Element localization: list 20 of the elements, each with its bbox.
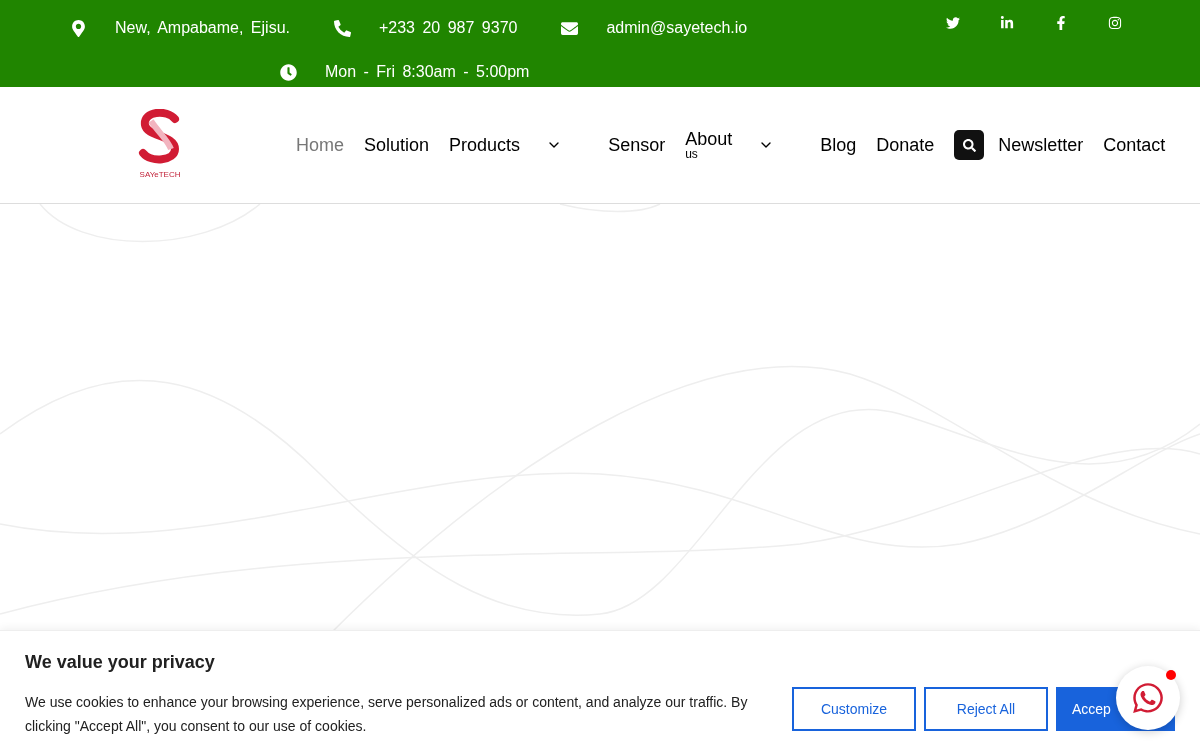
cookie-button[interactable]: Customize <box>792 687 916 731</box>
logo[interactable]: SAYeTECH <box>136 109 184 181</box>
cookie-button[interactable]: Reject All <box>924 687 1048 731</box>
contact-text: admin@sayetech.io <box>606 18 748 38</box>
contact-text: +233 20 987 9370 <box>378 18 518 38</box>
cookie-text: We use cookies to enhance your browsing experience, serve personalized ads or content, and analyze our traffic. By clicking "Accept All", you consent to our use of cookies. <box>25 693 749 736</box>
nav-link[interactable]: Newsletter <box>998 131 1084 159</box>
logo-text: SAYeTECH <box>139 169 181 181</box>
nav-link[interactable]: Contact <box>1103 131 1166 159</box>
nav-link[interactable]: Sensor <box>608 131 666 159</box>
nav-link[interactable]: About <box>685 130 733 148</box>
nav-link[interactable]: Products <box>449 131 521 159</box>
contact-text: Mon - Fri 8:30am - 5:00pm <box>325 62 530 82</box>
nav-link[interactable]: Blog <box>820 131 857 159</box>
nav-sublabel: us <box>685 148 698 160</box>
contact-text: New, Ampabame, Ejisu. <box>115 18 290 38</box>
nav-link[interactable]: Home <box>296 131 344 159</box>
cookie-title: We value your privacy <box>25 651 216 674</box>
nav-link[interactable]: Donate <box>876 131 935 159</box>
nav-link[interactable]: Solution <box>364 131 430 159</box>
